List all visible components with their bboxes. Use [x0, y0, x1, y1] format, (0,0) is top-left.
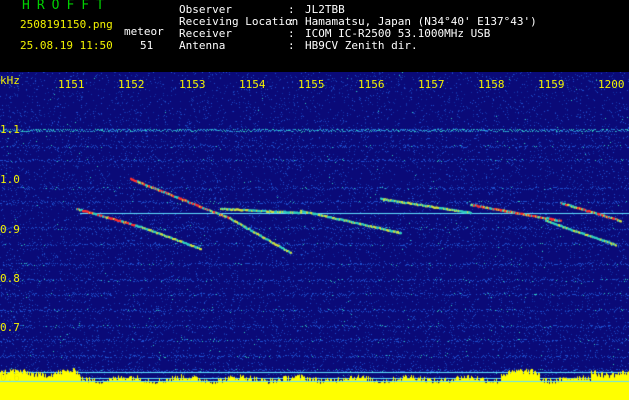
info-separator: : [288, 39, 295, 52]
x-tick-label: 1158 [478, 78, 505, 91]
file-name: 2508191150.png [20, 18, 113, 31]
x-tick-label: 1157 [418, 78, 445, 91]
x-tick-label: 1159 [538, 78, 565, 91]
y-tick-label: 1.1 [0, 123, 20, 136]
app-title: HROFFT [22, 0, 111, 13]
event-type-label: meteor [124, 25, 164, 38]
y-tick-label: 1.0 [0, 173, 20, 186]
y-axis-unit: kHz [0, 74, 20, 87]
y-tick-label: 0.9 [0, 223, 20, 236]
event-count: 51 [140, 39, 154, 52]
x-tick-label: 1154 [239, 78, 266, 91]
x-tick-label: 1200 [598, 78, 625, 91]
spectrogram-canvas [0, 72, 629, 400]
info-key-antenna: Antenna [179, 39, 226, 52]
x-tick-label: 1151 [58, 78, 85, 91]
date-time: 25.08.19 11:50 [20, 39, 113, 52]
y-tick-label: 0.7 [0, 321, 20, 334]
y-tick-label: 0.6 [0, 371, 20, 384]
x-tick-label: 1153 [179, 78, 206, 91]
y-tick-label: 0.8 [0, 272, 20, 285]
x-tick-label: 1155 [298, 78, 325, 91]
x-tick-label: 1152 [118, 78, 145, 91]
info-value-antenna: HB9CV Zenith dir. [305, 39, 418, 52]
x-tick-label: 1156 [358, 78, 385, 91]
